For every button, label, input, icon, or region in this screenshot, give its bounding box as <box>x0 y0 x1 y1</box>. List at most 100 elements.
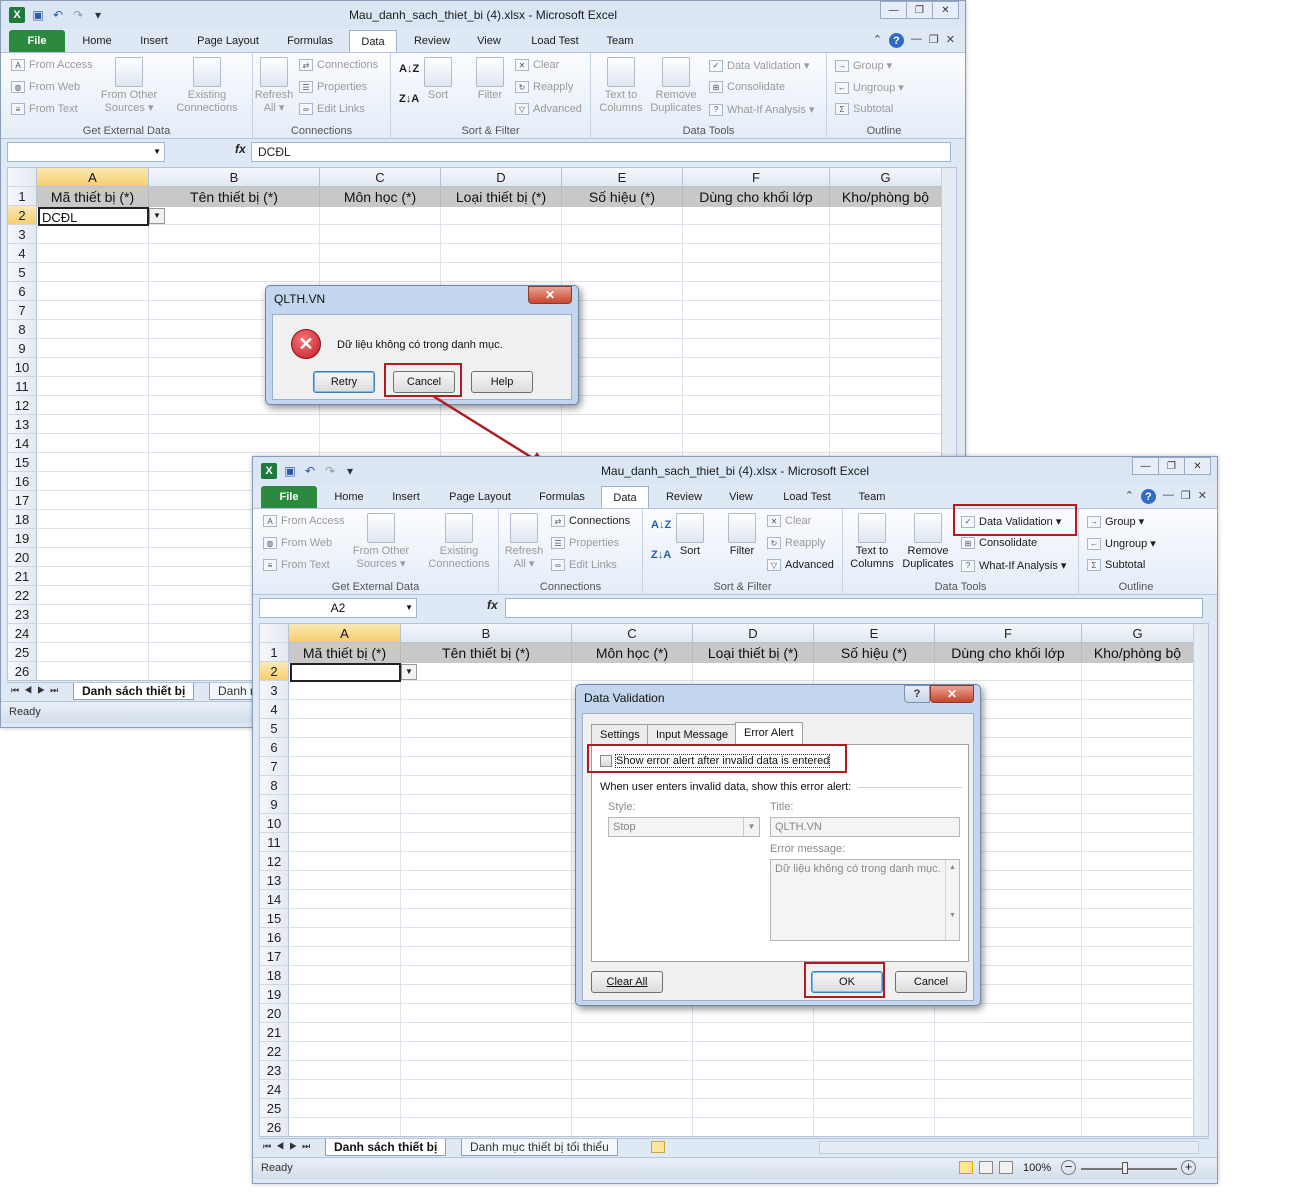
cancel-button[interactable]: Cancel <box>895 971 967 993</box>
header-cell[interactable]: Mã thiết bị (*) <box>37 187 149 207</box>
column-header[interactable]: E <box>814 624 935 643</box>
zoom-slider-thumb[interactable] <box>1122 1162 1128 1174</box>
name-box[interactable]: A2 ▼ <box>259 598 417 618</box>
chevron-down-icon[interactable]: ▼ <box>405 599 413 617</box>
tab-formulas[interactable]: Formulas <box>277 30 343 52</box>
from-web-button[interactable]: ◍ From Web <box>263 537 332 549</box>
row-header[interactable]: 9 <box>8 339 37 358</box>
sort-button[interactable]: Sort <box>423 57 453 102</box>
row-header[interactable]: 16 <box>260 928 289 947</box>
row-header[interactable]: 5 <box>8 263 37 282</box>
row-header[interactable]: 2 <box>260 662 289 681</box>
title-input[interactable]: QLTH.VN <box>770 817 960 837</box>
connections-button[interactable]: ⇄ Connections <box>551 515 630 527</box>
from-other-sources-button[interactable]: From Other Sources ▾ <box>349 513 413 571</box>
sort-az-button[interactable]: A↓Z <box>399 63 419 75</box>
row-header[interactable]: 4 <box>8 244 37 263</box>
from-text-button[interactable]: ≡ From Text <box>11 103 78 115</box>
sort-az-button[interactable]: A↓Z <box>651 519 671 531</box>
existing-connections-button[interactable]: Existing Connections <box>419 513 499 571</box>
row-header[interactable]: 24 <box>260 1080 289 1099</box>
row-header[interactable]: 1 <box>8 187 37 206</box>
column-header[interactable]: G <box>830 168 942 187</box>
tab-load-test[interactable]: Load Test <box>519 30 591 52</box>
header-cell[interactable]: Tên thiết bị (*) <box>149 187 320 207</box>
column-header[interactable]: D <box>441 168 562 187</box>
tab-home[interactable]: Home <box>73 30 121 52</box>
advanced-filter-button[interactable]: ▽ Advanced <box>515 103 582 115</box>
sort-za-button[interactable]: Z↓A <box>399 93 419 105</box>
row-header[interactable]: 23 <box>8 605 37 624</box>
tab-formulas[interactable]: Formulas <box>529 486 595 508</box>
tab-error-alert[interactable]: Error Alert <box>735 722 803 745</box>
column-header[interactable]: F <box>683 168 830 187</box>
group-button[interactable]: → Group ▾ <box>1087 515 1144 528</box>
cancel-button[interactable]: Cancel <box>393 371 455 393</box>
header-cell[interactable]: Kho/phòng bộ <box>830 187 942 207</box>
edit-links-button[interactable]: ∞ Edit Links <box>551 559 617 571</box>
from-text-button[interactable]: ≡ From Text <box>263 559 330 571</box>
properties-button[interactable]: ☰ Properties <box>551 537 619 549</box>
row-header[interactable]: 6 <box>260 738 289 757</box>
normal-view-icon[interactable] <box>959 1161 973 1174</box>
tab-file[interactable]: File <box>9 30 65 52</box>
window-minimize-icon[interactable]: — <box>1163 489 1174 504</box>
insert-sheet-icon[interactable] <box>651 1141 665 1153</box>
help-button[interactable]: Help <box>471 371 533 393</box>
sheet-tab-danh-muc[interactable]: Danh mục thiết bị tối thiểu <box>461 1139 618 1156</box>
ungroup-button[interactable]: ← Ungroup ▾ <box>835 81 904 94</box>
row-header[interactable]: 26 <box>8 662 37 680</box>
header-cell[interactable]: Tên thiết bị (*) <box>401 643 572 663</box>
error-message-input[interactable]: Dữ liệu không có trong danh mục. ▲ ▼ <box>770 859 960 941</box>
row-header[interactable]: 10 <box>8 358 37 377</box>
tab-view[interactable]: View <box>719 486 763 508</box>
tab-settings[interactable]: Settings <box>591 724 649 745</box>
row-header[interactable]: 17 <box>260 947 289 966</box>
row-header[interactable]: 14 <box>8 434 37 453</box>
advanced-filter-button[interactable]: ▽ Advanced <box>767 559 834 571</box>
clear-filter-button[interactable]: ✕ Clear <box>767 515 811 527</box>
cell-dropdown-button[interactable]: ▼ <box>401 664 417 680</box>
window-close-icon[interactable]: ✕ <box>946 33 955 48</box>
close-window-button[interactable]: ✕ <box>932 1 959 19</box>
row-header[interactable]: 5 <box>260 719 289 738</box>
row-header[interactable]: 8 <box>260 776 289 795</box>
header-cell[interactable]: Dùng cho khối lớp <box>683 187 830 207</box>
header-cell[interactable]: Môn học (*) <box>320 187 441 207</box>
row-header[interactable]: 19 <box>260 985 289 1004</box>
tab-home[interactable]: Home <box>325 486 373 508</box>
row-header[interactable]: 22 <box>260 1042 289 1061</box>
header-cell[interactable]: Loại thiết bị (*) <box>693 643 814 663</box>
tab-input-message[interactable]: Input Message <box>647 724 738 745</box>
text-to-columns-button[interactable]: Text to Columns <box>845 513 899 571</box>
row-header[interactable]: 19 <box>8 529 37 548</box>
tab-file[interactable]: File <box>261 486 317 508</box>
column-header[interactable]: A <box>289 624 401 643</box>
row-header[interactable]: 25 <box>8 643 37 662</box>
group-button[interactable]: → Group ▾ <box>835 59 892 72</box>
column-header[interactable]: C <box>572 624 693 643</box>
cell-a2[interactable]: DCĐL <box>38 207 149 226</box>
row-header[interactable]: 10 <box>260 814 289 833</box>
row-header[interactable]: 11 <box>8 377 37 396</box>
row-header[interactable]: 24 <box>8 624 37 643</box>
what-if-analysis-button[interactable]: ? What-If Analysis ▾ <box>709 103 814 116</box>
dialog-close-button[interactable]: ✕ <box>528 286 572 304</box>
sheet-tab-danh-sach[interactable]: Danh sách thiết bị <box>325 1139 447 1156</box>
header-cell[interactable]: Dùng cho khối lớp <box>935 643 1082 663</box>
from-web-button[interactable]: ◍ From Web <box>11 81 80 93</box>
row-header[interactable]: 22 <box>8 586 37 605</box>
tab-team[interactable]: Team <box>597 30 643 52</box>
show-error-alert-label[interactable]: Show error alert after invalid data is e… <box>614 754 831 768</box>
header-cell[interactable]: Môn học (*) <box>572 643 693 663</box>
sort-za-button[interactable]: Z↓A <box>651 549 671 561</box>
minimize-ribbon-icon[interactable]: ⌃ <box>1125 489 1134 504</box>
select-all-corner[interactable] <box>260 624 289 643</box>
row-header[interactable]: 16 <box>8 472 37 491</box>
filter-button[interactable]: Filter <box>723 513 761 558</box>
row-header[interactable]: 12 <box>8 396 37 415</box>
data-validation-button[interactable]: ✓ Data Validation ▾ <box>709 59 809 72</box>
column-header[interactable]: C <box>320 168 441 187</box>
row-header[interactable]: 23 <box>260 1061 289 1080</box>
row-header[interactable]: 3 <box>260 681 289 700</box>
